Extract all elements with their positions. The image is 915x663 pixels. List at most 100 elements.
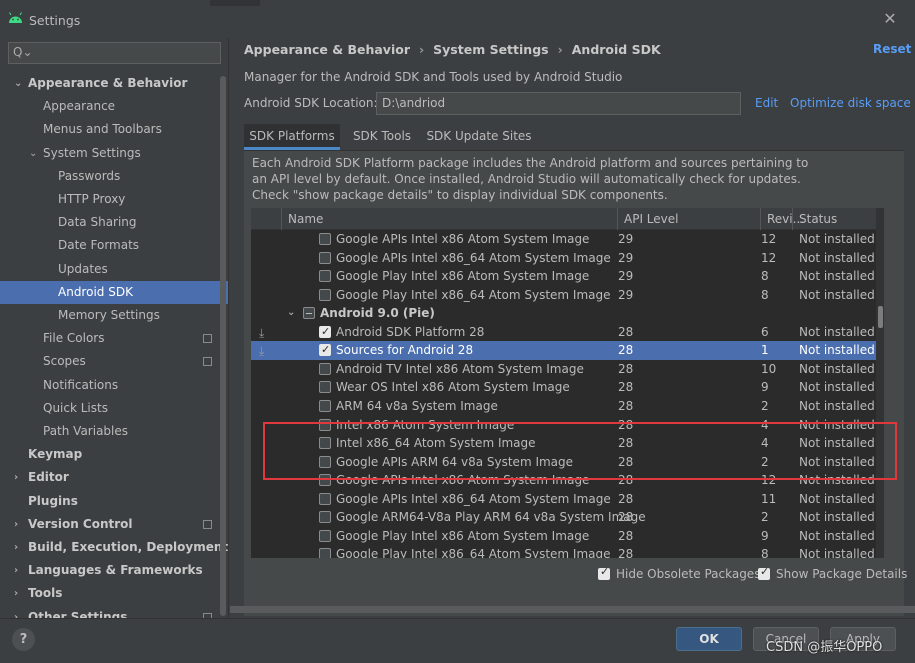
sidebar-item-label: Memory Settings: [58, 308, 160, 322]
chevron-right-icon[interactable]: ›: [14, 466, 18, 489]
hide-obsolete-option[interactable]: Hide Obsolete Packages: [598, 565, 760, 581]
sidebar-item[interactable]: › Version Control: [0, 513, 228, 536]
close-icon[interactable]: ✕: [882, 11, 898, 27]
sidebar-item-label: Plugins: [28, 493, 78, 508]
table-scrollbar[interactable]: [876, 208, 884, 558]
table-scrollbar-thumb[interactable]: [878, 306, 883, 328]
hide-obsolete-checkbox[interactable]: [598, 565, 610, 580]
sidebar-item[interactable]: › Build, Execution, Deployment: [0, 536, 228, 559]
package-checkbox[interactable]: [319, 548, 331, 558]
table-row[interactable]: Google ARM64-V8a Play ARM 64 v8a System …: [251, 508, 883, 527]
sidebar-item[interactable]: Updates: [0, 258, 228, 281]
ok-button[interactable]: OK: [676, 627, 742, 651]
install-status: Not installed: [799, 269, 875, 284]
sidebar-item[interactable]: ⌄ System Settings: [0, 142, 228, 165]
edit-link[interactable]: Edit: [755, 96, 778, 110]
group-checkbox[interactable]: [303, 307, 315, 320]
chevron-down-icon[interactable]: ⌄: [287, 304, 295, 323]
table-row[interactable]: ⤓ Android SDK Platform 28 28 6 Not installed: [251, 323, 883, 342]
sidebar-item[interactable]: HTTP Proxy: [0, 188, 228, 211]
sidebar-item[interactable]: Notifications: [0, 374, 228, 397]
sidebar-item[interactable]: › Languages & Frameworks: [0, 559, 228, 582]
table-row[interactable]: ⤓ Sources for Android 28 28 1 Not installed: [251, 341, 883, 360]
table-row[interactable]: Android TV Intel x86 Atom System Image 28…: [251, 360, 883, 379]
title-bar: Settings ✕: [0, 0, 915, 38]
reset-link[interactable]: Reset: [873, 42, 911, 56]
package-checkbox[interactable]: [319, 323, 331, 341]
package-checkbox[interactable]: [319, 251, 331, 264]
table-row[interactable]: Google APIs Intel x86_64 Atom System Ima…: [251, 490, 883, 509]
group-name: Android 9.0 (Pie): [320, 306, 435, 321]
package-checkbox[interactable]: [319, 341, 331, 360]
show-package-details-checkbox[interactable]: [758, 565, 770, 580]
package-checkbox[interactable]: [319, 529, 331, 542]
column-header-api-level[interactable]: API Level: [617, 208, 760, 230]
show-package-details-option[interactable]: Show Package Details: [758, 565, 907, 581]
table-row[interactable]: Google Play Intel x86 Atom System Image 2…: [251, 527, 883, 546]
tab-sdk-platforms[interactable]: SDK Platforms: [244, 124, 340, 150]
api-level: 29: [618, 269, 634, 284]
revision: 10: [761, 361, 777, 376]
sidebar-item-label: Quick Lists: [43, 400, 108, 415]
table-row[interactable]: Google APIs Intel x86 Atom System Image 2…: [251, 230, 883, 249]
chevron-right-icon[interactable]: ›: [14, 582, 18, 605]
sidebar-item[interactable]: Quick Lists: [0, 397, 228, 420]
api-level: 28: [618, 491, 634, 506]
settings-search-input[interactable]: Q⌄: [8, 42, 221, 64]
chevron-right-icon[interactable]: ›: [14, 513, 18, 536]
project-scope-icon: [203, 519, 212, 529]
package-checkbox[interactable]: [319, 511, 331, 524]
sidebar-item-label: Appearance: [43, 99, 116, 114]
table-row[interactable]: Google Play Intel x86 Atom System Image 2…: [251, 267, 883, 286]
table-row[interactable]: Wear OS Intel x86 Atom System Image 28 9 No…: [251, 378, 883, 397]
sidebar-item[interactable]: Memory Settings: [0, 304, 228, 327]
chevron-down-icon[interactable]: ⌄: [14, 72, 22, 95]
tab-sdk-tools[interactable]: SDK Tools: [346, 124, 418, 150]
column-header-name[interactable]: Name: [281, 208, 617, 230]
sidebar-scrollbar[interactable]: [220, 76, 226, 616]
api-level: 28: [618, 324, 634, 339]
sidebar-item[interactable]: Path Variables: [0, 420, 228, 443]
sidebar-item[interactable]: Date Formats: [0, 234, 228, 257]
table-row[interactable]: Google APIs Intel x86_64 Atom System Ima…: [251, 249, 883, 268]
help-button[interactable]: ?: [12, 628, 35, 651]
sidebar-item[interactable]: Passwords: [0, 165, 228, 188]
package-checkbox[interactable]: [319, 399, 331, 412]
chevron-right-icon[interactable]: ›: [14, 559, 18, 582]
package-checkbox[interactable]: [319, 270, 331, 283]
install-status: Not installed: [799, 491, 875, 506]
window-title: Settings: [29, 13, 81, 28]
sidebar-item-label: Build, Execution, Deployment: [28, 540, 229, 554]
sidebar-item[interactable]: › Editor: [0, 466, 228, 489]
package-checkbox[interactable]: [319, 233, 331, 245]
sidebar-item[interactable]: Appearance: [0, 95, 228, 118]
sidebar-item[interactable]: Scopes: [0, 350, 228, 373]
sidebar-item[interactable]: ⌄ Appearance & Behavior: [0, 72, 228, 95]
sidebar-item[interactable]: › Tools: [0, 582, 228, 605]
table-row[interactable]: Google Play Intel x86_64 Atom System Ima…: [251, 286, 883, 305]
package-checkbox[interactable]: [319, 381, 331, 394]
table-row[interactable]: ARM 64 v8a System Image 28 2 Not installed: [251, 397, 883, 416]
sidebar-item[interactable]: Keymap: [0, 443, 228, 466]
sidebar-item[interactable]: File Colors: [0, 327, 228, 350]
sidebar-item[interactable]: Android SDK: [0, 280, 228, 304]
chevron-down-icon[interactable]: ⌄: [29, 142, 37, 165]
sidebar-item[interactable]: Menus and Toolbars: [0, 118, 228, 141]
table-row[interactable]: Google Play Intel x86_64 Atom System Ima…: [251, 545, 883, 558]
chevron-right-icon[interactable]: ›: [14, 536, 18, 559]
package-checkbox[interactable]: [319, 362, 331, 375]
tab-sdk-update-sites[interactable]: SDK Update Sites: [424, 124, 534, 150]
package-checkbox[interactable]: [319, 492, 331, 505]
sidebar-item[interactable]: Plugins: [0, 490, 228, 513]
sidebar-item[interactable]: Data Sharing: [0, 211, 228, 234]
sdk-tabs: SDK Platforms SDK Tools SDK Update Sites: [244, 124, 904, 150]
sdk-location-field[interactable]: D:\andriod: [376, 92, 741, 115]
install-status: Not installed: [799, 380, 875, 395]
optimize-disk-space-link[interactable]: Optimize disk space: [790, 96, 911, 110]
main-horizontal-scrollbar[interactable]: [230, 606, 915, 613]
package-checkbox[interactable]: [319, 288, 331, 301]
column-header-status[interactable]: Status: [792, 208, 883, 230]
install-status: Not installed: [799, 528, 875, 543]
table-group-row[interactable]: ⌄ Android 9.0 (Pie): [251, 304, 883, 323]
package-name: Google APIs Intel x86_64 Atom System Ima…: [336, 250, 611, 265]
